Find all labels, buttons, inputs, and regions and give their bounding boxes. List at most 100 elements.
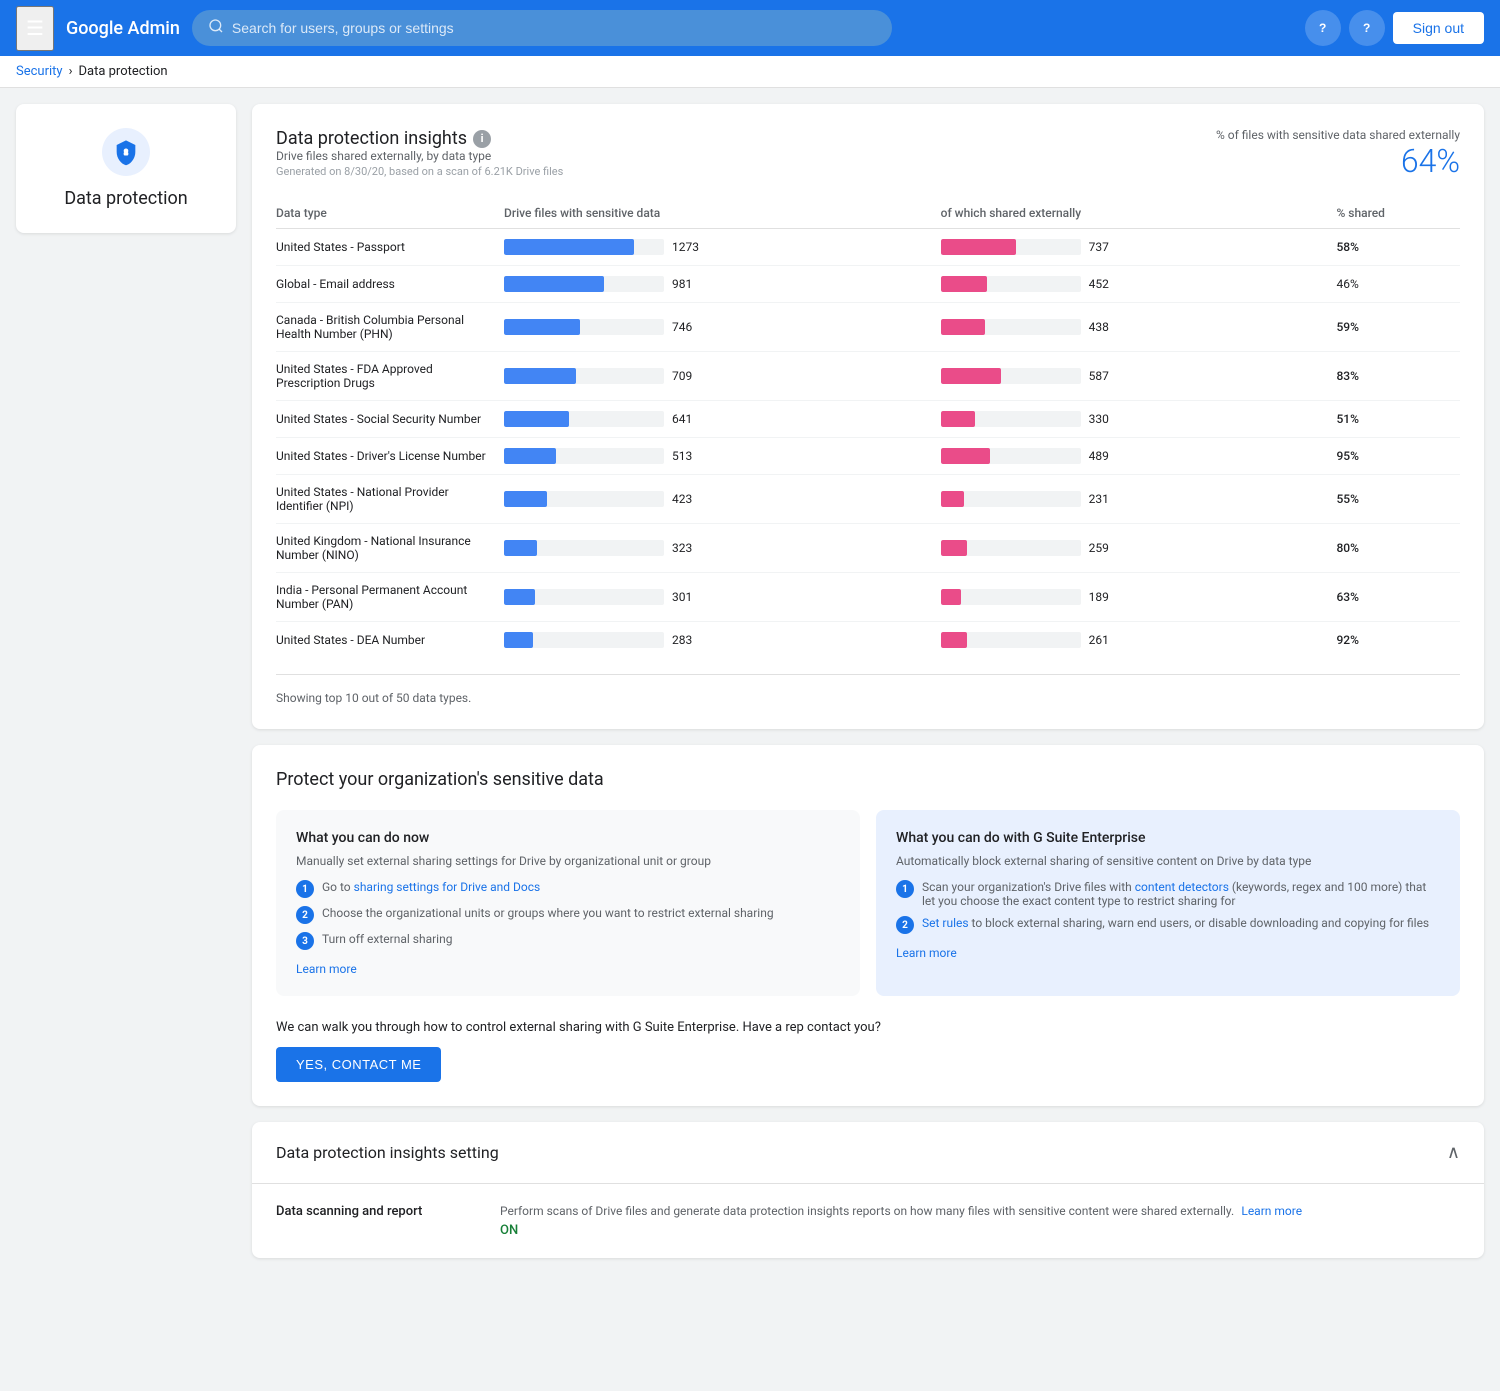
drive-count: 746	[672, 320, 702, 334]
shield-lock-icon	[112, 138, 140, 166]
search-icon	[208, 18, 224, 38]
protect-title: Protect your organization's sensitive da…	[276, 769, 1460, 790]
enterprise-panel-steps: 1 Scan your organization's Drive files w…	[896, 880, 1440, 934]
now-panel-steps: 1 Go to sharing settings for Drive and D…	[296, 880, 840, 950]
table-row: India - Personal Permanent Account Numbe…	[276, 573, 1460, 622]
shared-count: 587	[1089, 369, 1119, 383]
shared-count: 330	[1089, 412, 1119, 426]
cell-shared-externally: 330	[933, 401, 1329, 438]
sidebar: Data protection	[16, 104, 236, 1258]
enterprise-panel-desc: Automatically block external sharing of …	[896, 854, 1440, 868]
settings-label: Data scanning and report	[276, 1204, 476, 1238]
step-3-text: Turn off external sharing	[322, 932, 452, 946]
cell-data-type: Canada - British Columbia Personal Healt…	[276, 303, 496, 352]
drive-count: 301	[672, 590, 702, 604]
insights-header-right: % of files with sensitive data shared ex…	[1216, 128, 1460, 180]
ent-step-2-text: Set rules to block external sharing, war…	[922, 916, 1429, 930]
settings-title: Data protection insights setting	[276, 1143, 499, 1162]
step-num-2: 2	[296, 906, 314, 924]
main-layout: Data protection Data protection insights…	[0, 88, 1500, 1274]
search-bar[interactable]	[192, 10, 892, 46]
step-1-text: Go to sharing settings for Drive and Doc…	[322, 880, 540, 894]
cell-data-type: United States - DEA Number	[276, 622, 496, 659]
shared-count: 489	[1089, 449, 1119, 463]
cell-data-type: United States - FDA Approved Prescriptio…	[276, 352, 496, 401]
cell-pct-shared: 59%	[1328, 303, 1460, 352]
cell-data-type: United States - Social Security Number	[276, 401, 496, 438]
cell-pct-shared: 55%	[1328, 475, 1460, 524]
showing-text: Showing top 10 out of 50 data types.	[276, 674, 1460, 705]
help-icon-2[interactable]: ?	[1349, 10, 1385, 46]
sign-out-button[interactable]: Sign out	[1393, 12, 1484, 44]
table-row: United Kingdom - National Insurance Numb…	[276, 524, 1460, 573]
insights-subtitle: Drive files shared externally, by data t…	[276, 149, 563, 163]
cell-shared-externally: 452	[933, 266, 1329, 303]
external-pct-label: % of files with sensitive data shared ex…	[1216, 128, 1460, 142]
cell-shared-externally: 231	[933, 475, 1329, 524]
col-shared-externally: of which shared externally	[933, 198, 1329, 229]
enterprise-learn-more-link[interactable]: Learn more	[896, 946, 1440, 960]
sharing-settings-link[interactable]: sharing settings for Drive and Docs	[354, 880, 541, 894]
now-panel-desc: Manually set external sharing settings f…	[296, 854, 840, 868]
shared-count: 259	[1089, 541, 1119, 555]
drive-count: 323	[672, 541, 702, 555]
table-row: United States - National Provider Identi…	[276, 475, 1460, 524]
search-input[interactable]	[232, 20, 876, 36]
drive-count: 981	[672, 277, 702, 291]
shared-count: 438	[1089, 320, 1119, 334]
info-icon[interactable]: i	[473, 130, 491, 148]
drive-count: 641	[672, 412, 702, 426]
shared-count: 452	[1089, 277, 1119, 291]
step-num-3: 3	[296, 932, 314, 950]
now-panel-title: What you can do now	[296, 830, 840, 846]
table-row: United States - Driver's License Number …	[276, 438, 1460, 475]
settings-status: ON	[500, 1223, 1302, 1238]
ent-step-num-2: 2	[896, 916, 914, 934]
breadcrumb-separator: ›	[69, 64, 73, 79]
cell-shared-externally: 737	[933, 229, 1329, 266]
shared-count: 261	[1089, 633, 1119, 647]
cell-drive-files: 1273	[496, 229, 933, 266]
now-step-3: 3 Turn off external sharing	[296, 932, 840, 950]
step-2-text: Choose the organizational units or group…	[322, 906, 774, 920]
insights-card: Data protection insights i Drive files s…	[252, 104, 1484, 729]
cell-data-type: United States - Driver's License Number	[276, 438, 496, 475]
content-detectors-link[interactable]: content detectors	[1135, 880, 1229, 894]
cell-drive-files: 981	[496, 266, 933, 303]
table-row: United States - DEA Number 283 261 92%	[276, 622, 1460, 659]
insights-header: Data protection insights i Drive files s…	[276, 128, 1460, 194]
drive-count: 283	[672, 633, 702, 647]
ent-step-num-1: 1	[896, 880, 914, 898]
cell-drive-files: 513	[496, 438, 933, 475]
table-row: United States - Passport 1273 737 58%	[276, 229, 1460, 266]
now-learn-more-link[interactable]: Learn more	[296, 962, 840, 976]
help-icon-1[interactable]: ?	[1305, 10, 1341, 46]
insights-title: Data protection insights i	[276, 128, 563, 149]
cell-drive-files: 641	[496, 401, 933, 438]
ent-step-1-text: Scan your organization's Drive files wit…	[922, 880, 1440, 908]
cell-shared-externally: 489	[933, 438, 1329, 475]
cell-data-type: United States - National Provider Identi…	[276, 475, 496, 524]
shared-count: 189	[1089, 590, 1119, 604]
enterprise-panel: What you can do with G Suite Enterprise …	[876, 810, 1460, 996]
cell-shared-externally: 189	[933, 573, 1329, 622]
menu-icon[interactable]: ☰	[16, 6, 54, 51]
insights-generated: Generated on 8/30/20, based on a scan of…	[276, 165, 563, 178]
breadcrumb-parent-link[interactable]: Security	[16, 64, 63, 79]
settings-learn-more-link[interactable]: Learn more	[1241, 1204, 1302, 1218]
cell-drive-files: 423	[496, 475, 933, 524]
sidebar-card: Data protection	[16, 104, 236, 233]
cell-drive-files: 301	[496, 573, 933, 622]
settings-header[interactable]: Data protection insights setting ∧	[252, 1122, 1484, 1184]
cell-data-type: United Kingdom - National Insurance Numb…	[276, 524, 496, 573]
external-pct-value: 64%	[1216, 142, 1460, 180]
col-pct-shared: % shared	[1328, 198, 1460, 229]
yes-contact-me-button[interactable]: YES, CONTACT ME	[276, 1047, 441, 1082]
settings-desc: Perform scans of Drive files and generat…	[500, 1204, 1234, 1218]
protect-body: Protect your organization's sensitive da…	[252, 745, 1484, 1106]
table-row: Global - Email address 981 452 46%	[276, 266, 1460, 303]
enterprise-step-2: 2 Set rules to block external sharing, w…	[896, 916, 1440, 934]
cell-data-type: India - Personal Permanent Account Numbe…	[276, 573, 496, 622]
enterprise-panel-title: What you can do with G Suite Enterprise	[896, 830, 1440, 846]
set-rules-link[interactable]: Set rules	[922, 916, 969, 930]
